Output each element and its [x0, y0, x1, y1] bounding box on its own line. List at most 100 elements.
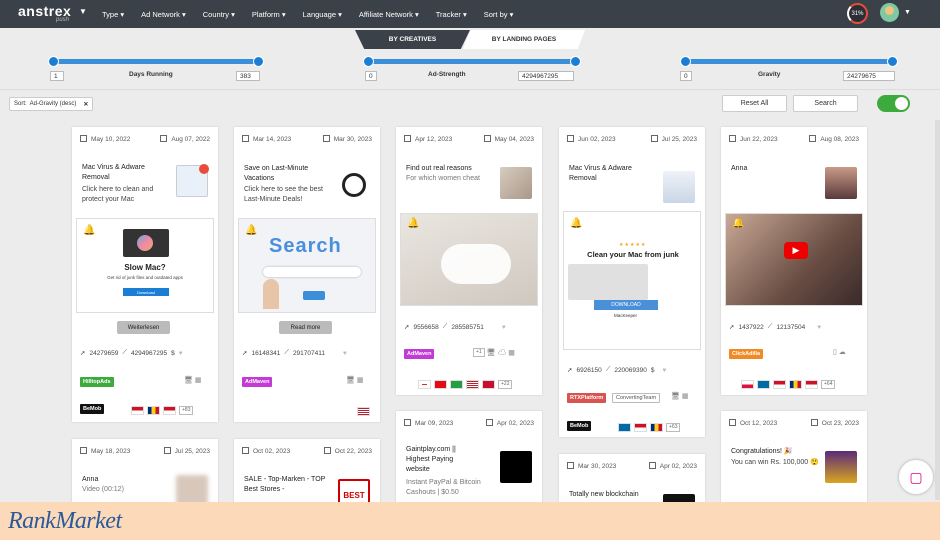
card-title: SALE - Top-Marken - TOP Best Stores - [244, 476, 326, 493]
ad-card[interactable]: May 10, 2022 Aug 07, 2022 Mac Virus & Adw… [72, 127, 218, 422]
slider-track [365, 59, 579, 64]
view-toggle[interactable] [877, 95, 910, 112]
range-filters: 1 Days Running 383 0 Ad-Strength 4294967… [0, 52, 940, 90]
heart-icon[interactable]: ♥ [502, 324, 506, 331]
progress-ring[interactable]: 31% [847, 3, 868, 24]
heart-icon[interactable]: ♥ [179, 350, 183, 357]
rocket-icon: ➚ [242, 350, 248, 357]
creative-video[interactable]: 🔔 ▶ [725, 213, 863, 306]
slider-min-handle[interactable] [363, 56, 374, 67]
platform-icons: 🖥 ▦ [184, 377, 202, 384]
slider-max-value[interactable]: 24279675 [843, 71, 895, 81]
end-date: Apr 02, 2023 [659, 463, 697, 470]
ad-card[interactable]: Apr 12, 2023 May 04, 2023 Find out real r… [396, 127, 542, 395]
more-countries[interactable]: +22 [498, 380, 513, 390]
card-stats: ➚ 6926150 ⟋ 220069390 $ ♥ [567, 365, 697, 375]
creative-image[interactable]: 🔔 ★★★★★ Clean your Mac from junk DOWNLOA… [563, 211, 701, 350]
slider-max-handle[interactable] [253, 56, 264, 67]
more-countries[interactable]: +83 [179, 406, 194, 416]
days-running-slider[interactable]: 1 Days Running 383 [48, 52, 264, 88]
gravity-slider[interactable]: 0 Gravity 24279675 [680, 52, 900, 88]
nav-country[interactable]: Country ▾ [203, 10, 235, 19]
ad-card[interactable]: Mar 30, 2023 Apr 02, 2023 Totally new blo… [559, 454, 705, 509]
ad-card[interactable]: Mar 14, 2023 Mar 30, 2023 Save on Last-Mi… [234, 127, 380, 422]
card-description: Click here to see the best Last-Minute D… [244, 186, 323, 203]
start-date: May 10, 2022 [91, 136, 131, 143]
card-title: Totally new blockchain [569, 491, 639, 498]
creative-image[interactable]: 🔔 Slow Mac? Get rid of junk files and ou… [76, 218, 214, 313]
creative-go-button [303, 291, 325, 300]
laptop-icon [176, 164, 209, 197]
ad-strength-slider[interactable]: 0 Ad-Strength 4294967295 [363, 52, 583, 88]
ad-card[interactable]: Mar 09, 2023 Apr 02, 2023 Gaintplay.com |… [396, 411, 542, 509]
ad-card[interactable]: Oct 12, 2023 Oct 23, 2023 Congratulations… [721, 411, 867, 509]
play-icon[interactable]: ▶ [784, 242, 808, 259]
nav-tracker[interactable]: Tracker ▾ [436, 10, 467, 19]
calendar-icon [242, 447, 249, 454]
nav-affiliate-network[interactable]: Affiliate Network ▾ [359, 10, 419, 19]
calendar-icon [404, 135, 411, 142]
weiterlesen-button[interactable]: Weiterlesen [117, 321, 170, 334]
rocket-icon: ➚ [729, 324, 735, 331]
nav-ad-network[interactable]: Ad Network ▾ [141, 10, 186, 19]
ad-card[interactable]: May 18, 2023 Jul 25, 2023 Anna Video (00:… [72, 439, 218, 509]
slider-min-handle[interactable] [48, 56, 59, 67]
reset-all-button[interactable]: Reset All [722, 95, 787, 112]
country-flags [357, 403, 373, 421]
card-dates: Mar 09, 2023 Apr 02, 2023 [404, 419, 534, 429]
creative-search-word: Search [269, 235, 342, 257]
nav-type[interactable]: Type ▾ [102, 10, 124, 19]
ad-network-badge: HilltopAds [80, 377, 114, 387]
creative-image[interactable]: 🔔 [400, 213, 538, 306]
sort-chip[interactable]: Sort: Ad-Gravity (desc) ✕ [9, 97, 94, 111]
creative-title: Slow Mac? [124, 263, 166, 272]
heart-icon[interactable]: ♥ [343, 350, 347, 357]
slider-max-value[interactable]: 383 [236, 71, 260, 81]
slider-max-handle[interactable] [570, 56, 581, 67]
tab-by-creatives[interactable]: BY CREATIVES [355, 30, 470, 49]
heart-icon[interactable]: ♥ [817, 324, 821, 331]
card-title: Save on Last-Minute Vacations [244, 165, 309, 182]
close-icon[interactable]: ✕ [83, 101, 88, 108]
rocket-icon: ➚ [404, 324, 410, 331]
more-platforms[interactable]: +1 [473, 348, 485, 357]
calendar-icon [810, 419, 818, 426]
slider-min-value[interactable]: 0 [365, 71, 377, 81]
flag-icon [131, 406, 144, 416]
creative-hand [263, 279, 279, 309]
slider-max-value[interactable]: 4294967295 [518, 71, 574, 81]
ad-network-badge: ConvertingTeam [612, 393, 661, 403]
nav-sort-by[interactable]: Sort by ▾ [484, 10, 514, 19]
slider-min-value[interactable]: 1 [50, 71, 64, 81]
tab-by-landing-pages[interactable]: BY LANDING PAGES [463, 30, 585, 49]
slider-min-handle[interactable] [680, 56, 691, 67]
watermark-logo: RankMarket [8, 508, 122, 534]
profile-thumbnail [825, 167, 857, 199]
nav-platform[interactable]: Platform ▾ [252, 10, 286, 19]
nav-language[interactable]: Language ▾ [303, 10, 342, 19]
chevron-down-icon[interactable]: ▼ [904, 9, 911, 16]
trend-icon: ⟋ [122, 349, 127, 356]
bell-icon: 🔔 [570, 218, 583, 229]
nav-menu: Type ▾ Ad Network ▾ Country ▾ Platform ▾… [102, 0, 530, 28]
slider-track [50, 59, 260, 64]
ad-card[interactable]: Jun 02, 2023 Jul 25, 2023 Mac Virus & Adw… [559, 127, 705, 437]
more-countries[interactable]: +64 [821, 380, 836, 390]
chevron-down-icon[interactable]: ▼ [79, 7, 87, 16]
slider-min-value[interactable]: 0 [680, 71, 692, 81]
heart-icon[interactable]: ♥ [663, 367, 667, 374]
chat-icon[interactable]: ▢ [899, 460, 933, 494]
search-button[interactable]: Search [793, 95, 858, 112]
scrollbar[interactable] [935, 120, 940, 500]
ad-card[interactable]: Jun 22, 2023 Aug 08, 2023 Anna 🔔 ▶ ➚ 14379… [721, 127, 867, 395]
calendar-icon [80, 135, 87, 142]
flag-icon [466, 380, 479, 390]
slider-max-handle[interactable] [887, 56, 898, 67]
avatar[interactable] [880, 3, 899, 22]
ad-card[interactable]: Oct 02, 2023 Oct 22, 2023 SALE - Top-Mark… [234, 439, 380, 509]
platform-icons: ▯ ☁ [833, 349, 846, 356]
more-countries[interactable]: +63 [666, 423, 681, 433]
card-dates: Jun 22, 2023 Aug 08, 2023 [729, 135, 859, 145]
read-more-button[interactable]: Read more [279, 321, 332, 334]
creative-image[interactable]: 🔔 Search [238, 218, 376, 313]
